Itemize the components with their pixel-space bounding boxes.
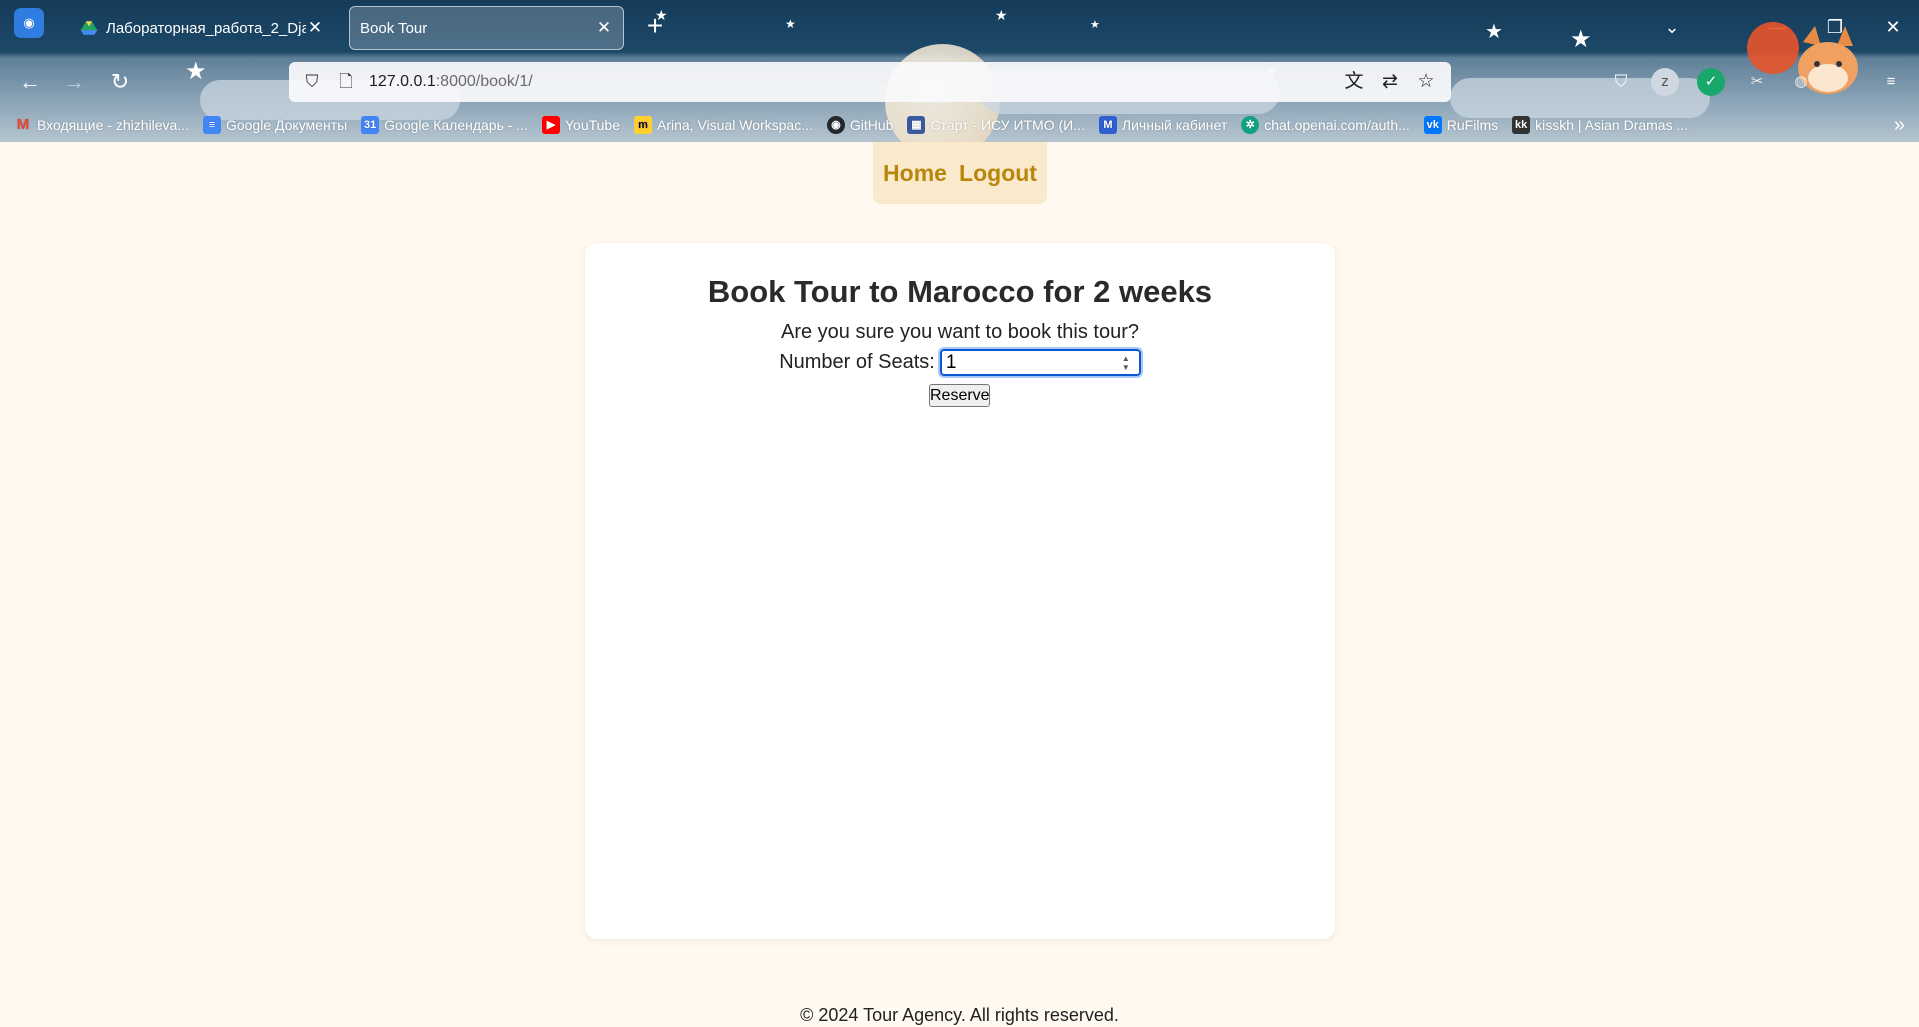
bookmark-label: Google Календарь - ... [384,117,528,133]
bookmarks-toolbar: M Входящие - zhizhileva... ≡ Google Докуме… [0,110,1919,140]
bookmark-miro[interactable]: m Arina, Visual Workspac... [634,116,813,134]
google-docs-icon: ≡ [202,116,221,134]
miro-icon: m [634,116,652,134]
bookmark-label: YouTube [564,117,620,133]
forward-button[interactable]: → [58,66,90,98]
menu-icon[interactable]: ≡ [1877,68,1905,96]
site-nav: Home Logout [873,142,1047,204]
navigation-toolbar: ← → ↻ ⛉ 🗋 127.0.0.1:8000/book/1/ 文 ⇄ ☆ ⛉… [0,58,1919,106]
pocket-icon[interactable]: ⛉ [1607,68,1635,96]
confirm-text: Are you sure you want to book this tour? [781,321,1139,343]
home-link[interactable]: Home [883,160,947,187]
close-tab-icon[interactable]: ✕ [595,18,613,38]
bookmark-label: Входящие - zhizhileva... [37,117,189,133]
cabinet-icon: M [1098,116,1117,134]
youtube-icon: ▶ [541,116,560,134]
reload-button[interactable]: ↻ [104,66,136,98]
address-bar[interactable]: ⛉ 🗋 127.0.0.1:8000/book/1/ 文 ⇄ ☆ [289,62,1451,102]
url-text[interactable]: 127.0.0.1:8000/book/1/ [369,73,1331,91]
seats-stepper[interactable]: ▲ ▼ [1119,353,1133,373]
bookmark-google-calendar[interactable]: 31 Google Календарь - ... [361,116,528,134]
bookmark-kisskh[interactable]: kk kisskh | Asian Dramas ... [1512,116,1688,134]
bookmark-label: RuFilms [1446,117,1499,133]
browser-chrome: ★ ★ ★ ★ ★ ★ ★ ★ ◉ Лабораторная_работа_2_… [0,0,1919,142]
url-host: 127.0.0.1 [369,73,436,90]
bookmark-label: chat.openai.com/auth... [1264,117,1410,133]
stepper-down-icon[interactable]: ▼ [1122,363,1130,372]
stepper-up-icon[interactable]: ▲ [1122,354,1130,363]
bookmark-google-docs[interactable]: ≡ Google Документы [202,116,348,134]
close-tab-icon[interactable]: ✕ [306,18,324,38]
tab-title: Book Tour [360,19,428,37]
page-info-icon[interactable]: 🗋 [335,71,357,93]
back-button[interactable]: ← [14,66,46,98]
tab-book-tour[interactable]: Book Tour ✕ [349,6,624,50]
openai-icon: ✲ [1241,116,1260,134]
seats-label: Number of Seats: [779,351,935,373]
globe-extension-icon[interactable]: ◍ [1787,68,1815,96]
google-calendar-icon: 31 [361,116,380,134]
seats-value: 1 [945,351,957,373]
seats-field-row: Number of Seats: 1 ▲ ▼ [585,347,1335,378]
bookmark-label: GitHub [849,117,894,133]
tab-lab-work[interactable]: Лабораторная_работа_2_Djan ✕ [70,6,334,50]
gmail-icon: M [16,116,30,133]
google-drive-icon [80,21,98,35]
bookmark-gmail[interactable]: M Входящие - zhizhileva... [14,116,189,134]
bookmark-youtube[interactable]: ▶ YouTube [541,116,620,134]
seats-number-input[interactable]: 1 ▲ ▼ [937,347,1143,378]
url-path: :8000/book/1/ [435,73,533,90]
bookmark-label: Старт - ИСУ ИТМО (И... [930,117,1085,133]
tab-bar: ◉ Лабораторная_работа_2_Djan ✕ Book Tour… [0,0,1919,56]
page-title: Book Tour to Marocco for 2 weeks [707,274,1213,309]
browser-menu-icon[interactable]: ◉ [14,8,44,38]
vk-icon: vk [1423,116,1442,134]
tab-title: Лабораторная_работа_2_Djan [106,19,306,37]
translate-page-icon[interactable]: ⇄ [1377,69,1403,95]
bookmark-github[interactable]: ◉ GitHub [826,116,894,134]
reserve-button[interactable]: Reserve [929,384,990,407]
itmo-icon: ▦ [907,116,926,134]
more-bookmarks-icon[interactable]: » [1894,114,1905,137]
zotero-extension-icon[interactable]: z [1651,68,1679,96]
close-window-button[interactable]: ✕ [1878,12,1908,42]
bookmark-cabinet[interactable]: M Личный кабинет [1098,116,1228,134]
bookmark-itmo[interactable]: ▦ Старт - ИСУ ИТМО (И... [907,116,1085,134]
booking-card: Book Tour to Marocco for 2 weeks Are you… [585,243,1335,939]
bookmark-rufilms[interactable]: vk RuFilms [1423,116,1499,134]
logout-link[interactable]: Logout [959,160,1037,187]
bookmark-label: Личный кабинет [1121,117,1228,133]
bookmark-label: Google Документы [225,117,348,133]
github-icon: ◉ [826,116,845,134]
bookmark-openai[interactable]: ✲ chat.openai.com/auth... [1241,116,1410,134]
site-footer: © 2024 Tour Agency. All rights reserved. [800,1005,1119,1025]
bookmark-star-icon[interactable]: ☆ [1413,69,1439,95]
kisskh-icon: kk [1512,116,1531,134]
tab-list-icon[interactable]: ⌄ [1657,12,1687,42]
new-tab-button[interactable]: + [640,12,670,42]
bookmark-label: Arina, Visual Workspac... [657,117,813,133]
shield-icon[interactable]: ⛉ [301,71,323,93]
bookmark-label: kisskh | Asian Dramas ... [1535,117,1689,133]
security-extension-icon[interactable]: ✓ [1697,68,1725,96]
translate-icon[interactable]: 文 [1341,69,1367,95]
extension-icon[interactable]: ✂ [1743,68,1771,96]
